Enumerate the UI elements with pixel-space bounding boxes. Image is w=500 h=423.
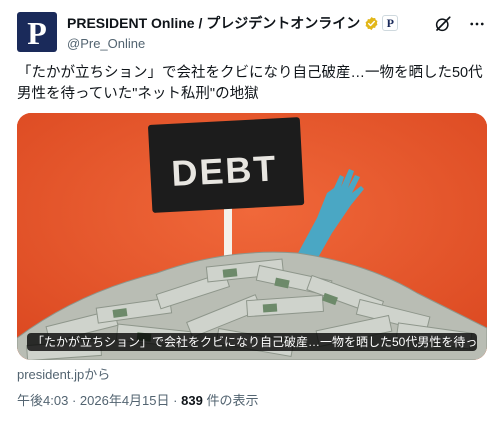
link-card[interactable]: DEBT 「たかが立ちション」で会社をクビになり自己破産…一物を晒した50代男性… [17,113,487,360]
meta-separator-2: · [173,393,178,408]
grok-icon[interactable] [433,14,453,34]
card-caption: 「たかが立ちション」で会社をクビになり自己破産…一物を晒した50代男性を待ってい… [27,333,477,351]
header-actions [433,14,487,34]
avatar-letter: P [27,15,47,51]
avatar[interactable]: P [17,12,57,52]
tweet-date[interactable]: 2026年4月15日 [80,393,170,408]
card-image: DEBT [17,113,487,360]
sign-text: DEBT [170,147,278,193]
account-names: PRESIDENT Online / プレジデントオンライン P @Pre_On… [67,13,399,51]
meta-separator: · [71,393,77,408]
affiliate-badge[interactable]: P [382,15,399,31]
tweet-time[interactable]: 午後4:03 [17,393,68,408]
more-icon[interactable] [467,14,487,34]
account-handle[interactable]: @Pre_Online [67,36,398,51]
tweet-meta: 午後4:03 · 2026年4月15日 · 839 件の表示 [17,390,258,409]
tweet-header: P PRESIDENT Online / プレジデントオンライン P @Pre_… [17,10,487,54]
display-name[interactable]: PRESIDENT Online / プレジデントオンライン [67,13,360,33]
tweet-text: 「たかが立ちション」で会社をクビになり自己破産…一物を晒した50代男性を待ってい… [17,65,483,102]
views-label[interactable]: 件の表示 [206,393,258,408]
card-source-link[interactable]: president.jpから [17,364,110,383]
views-count[interactable]: 839 [181,393,203,408]
verified-badge-icon [365,16,378,30]
display-name-row[interactable]: PRESIDENT Online / プレジデントオンライン P [67,13,399,33]
